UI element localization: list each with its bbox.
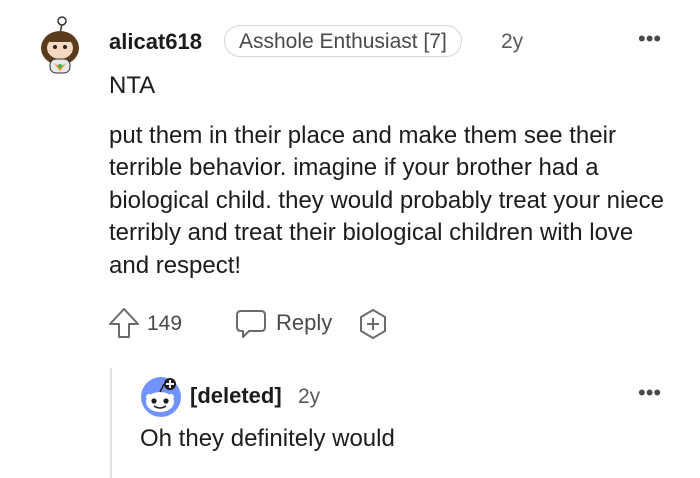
more-options-icon[interactable]: ••• <box>638 26 661 52</box>
snoo-avatar-icon <box>41 16 79 74</box>
vote-score: 149 <box>147 312 183 335</box>
comment-verdict: NTA <box>109 72 156 99</box>
reply-timestamp[interactable]: 2y <box>298 384 320 410</box>
upvote-button[interactable] <box>108 306 140 340</box>
upvote-arrow-icon <box>109 308 139 338</box>
reply-button[interactable]: Reply <box>234 306 332 340</box>
reply-avatar <box>140 376 182 418</box>
reply-author: [deleted] <box>190 383 282 408</box>
award-plus-icon <box>360 309 386 339</box>
reply-body: Oh they definitely would <box>140 425 395 452</box>
deleted-snoo-avatar-icon <box>141 377 181 417</box>
comment-body: put them in their place and make them se… <box>109 122 664 279</box>
user-flair-badge: Asshole Enthusiast [7] <box>224 25 462 57</box>
comment-author[interactable]: alicat618 <box>109 29 202 55</box>
reply-bubble-icon <box>236 310 266 338</box>
comment-timestamp[interactable]: 2y <box>501 29 523 55</box>
reply-more-options-icon[interactable]: ••• <box>638 380 661 406</box>
thread-line[interactable] <box>110 368 112 478</box>
user-avatar[interactable] <box>38 14 84 74</box>
award-button[interactable] <box>357 308 389 340</box>
reply-label: Reply <box>276 310 333 335</box>
